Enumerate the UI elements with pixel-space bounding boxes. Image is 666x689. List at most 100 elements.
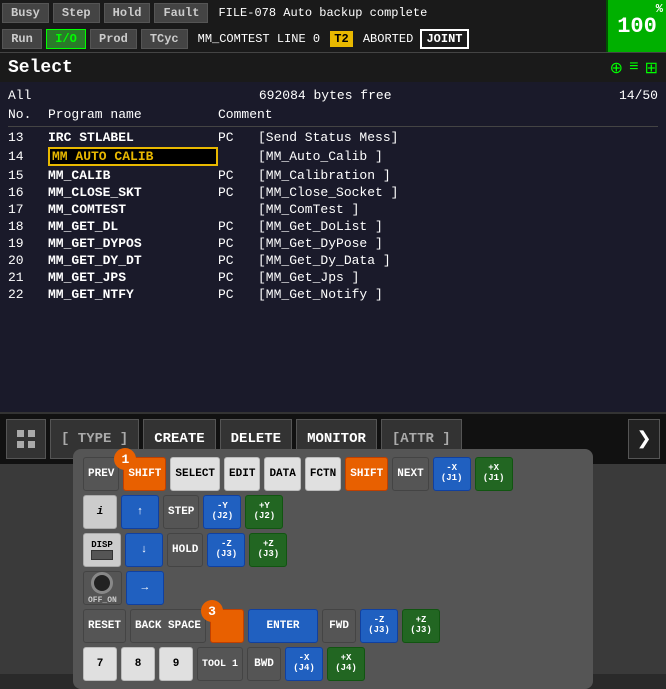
bwd-key[interactable]: BWD	[247, 647, 281, 681]
row-no: 17	[8, 202, 48, 217]
bytes-free-label: 692084 bytes free	[259, 88, 392, 103]
comtest-text: MM_COMTEST LINE 0	[198, 32, 320, 46]
plus-z2-j3-key[interactable]: +Z (J3)	[402, 609, 440, 643]
row-comment: [MM_Calibration ]	[258, 168, 658, 183]
list-row[interactable]: 15 MM_CALIB PC [MM_Calibration ]	[8, 167, 658, 184]
step-button[interactable]: Step	[53, 3, 100, 23]
right-arrow-icon: →	[142, 582, 149, 594]
row-comment: [MM_Close_Socket ]	[258, 185, 658, 200]
next-key[interactable]: NEXT	[392, 457, 428, 491]
status-message-top: FILE-078 Auto backup complete	[210, 6, 606, 20]
grid-button[interactable]	[6, 419, 46, 459]
run-button[interactable]: Run	[2, 29, 42, 49]
minus-x2-j4-key[interactable]: -X (J4)	[285, 647, 323, 681]
select-key[interactable]: SELECT	[170, 457, 220, 491]
keypad-row-5: 7 8 9 TOOL 1 BWD -X (J4) +X (J4)	[83, 647, 583, 681]
j1-label-left: (J1)	[441, 474, 463, 484]
io-button[interactable]: I/O	[46, 29, 86, 49]
zoom-in-icon[interactable]: ⊕	[610, 58, 623, 78]
row-name: MM_GET_NTFY	[48, 287, 218, 302]
plus-z-j3-key[interactable]: +Z (J3)	[249, 533, 287, 567]
busy-button[interactable]: Busy	[2, 3, 49, 23]
row-type: PC	[218, 253, 258, 268]
reset-key[interactable]: RESET	[83, 609, 126, 643]
minus-z-j3-key[interactable]: -Z (J3)	[207, 533, 245, 567]
count-label: 14/50	[619, 88, 658, 103]
hold-key[interactable]: HOLD	[167, 533, 203, 567]
list-row[interactable]: 13 IRC STLABEL PC [Send Status Mess]	[8, 129, 658, 146]
list-row[interactable]: 19 MM_GET_DYPOS PC [MM_Get_DyPose ]	[8, 235, 658, 252]
aborted-tag: ABORTED	[363, 32, 413, 46]
key-7[interactable]: 7	[83, 647, 117, 681]
keypad-row-offon: OFF_ON →	[83, 571, 583, 605]
row-no: 15	[8, 168, 48, 183]
j3-2-label-r: (J3)	[410, 626, 432, 636]
row-comment: [Send Status Mess]	[258, 130, 658, 145]
minus-z2-j3-key[interactable]: -Z (J3)	[360, 609, 398, 643]
row-name: MM_GET_JPS	[48, 270, 218, 285]
row-type: PC	[218, 287, 258, 302]
down-key[interactable]: ↓	[125, 533, 163, 567]
fctn-key[interactable]: FCTN	[305, 457, 341, 491]
fwd-key[interactable]: FWD	[322, 609, 356, 643]
t2-tag: T2	[330, 31, 352, 47]
plus-y-j2-key[interactable]: +Y (J2)	[245, 495, 283, 529]
up-arrow-icon: ↑	[137, 506, 144, 518]
step-key[interactable]: STEP	[163, 495, 199, 529]
offon-circle-icon	[91, 572, 113, 594]
keypad-row-1: PREV SHIFT 1 SELECT EDIT DATA FCTN SHIFT…	[83, 457, 583, 491]
list-row[interactable]: 16 MM_CLOSE_SKT PC [MM_Close_Socket ]	[8, 184, 658, 201]
arrow-right-button[interactable]: ❯	[628, 419, 660, 459]
disp-key[interactable]: DISP	[83, 533, 121, 567]
tcyc-button[interactable]: TCyc	[141, 29, 188, 49]
list-view-icon[interactable]: ≡	[629, 58, 639, 78]
badge-3-key[interactable]: 3	[210, 609, 244, 643]
offon-key[interactable]: OFF_ON	[83, 571, 122, 605]
key-8[interactable]: 8	[121, 647, 155, 681]
list-info-row: All 692084 bytes free 14/50	[8, 86, 658, 105]
all-label: All	[8, 88, 31, 103]
shift-key-1[interactable]: SHIFT 1	[123, 457, 166, 491]
up-key[interactable]: ↑	[121, 495, 159, 529]
list-rows-container: 13 IRC STLABEL PC [Send Status Mess] 14 …	[8, 129, 658, 303]
j3-label-left: (J3)	[216, 550, 238, 560]
row-comment: [MM_Get_Dy_Data ]	[258, 253, 658, 268]
row-comment: [MM_ComTest ]	[258, 202, 658, 217]
list-row[interactable]: 20 MM_GET_DY_DT PC [MM_Get_Dy_Data ]	[8, 252, 658, 269]
plus-x2-j4-key[interactable]: +X (J4)	[327, 647, 365, 681]
list-row[interactable]: 17 MM_COMTEST [MM_ComTest ]	[8, 201, 658, 218]
backspace-key[interactable]: BACK SPACE	[130, 609, 206, 643]
status-message-bottom: MM_COMTEST LINE 0 T2 ABORTED JOINT	[190, 32, 606, 46]
data-key[interactable]: DATA	[264, 457, 300, 491]
row-no: 19	[8, 236, 48, 251]
plus-x-j1-key[interactable]: +X (J1)	[475, 457, 513, 491]
disp-label: DISP	[91, 540, 113, 550]
row-no: 18	[8, 219, 48, 234]
row-type: PC	[218, 130, 258, 145]
list-row[interactable]: 18 MM_GET_DL PC [MM_Get_DoList ]	[8, 218, 658, 235]
list-row[interactable]: 22 MM_GET_NTFY PC [MM_Get_Notify ]	[8, 286, 658, 303]
enter-key[interactable]: ENTER	[248, 609, 318, 643]
tool1-key[interactable]: TOOL 1	[197, 647, 243, 681]
keypad-row-4: RESET BACK SPACE 3 ENTER FWD -Z (J3) +Z …	[83, 609, 583, 643]
j4-label-left: (J4)	[293, 664, 315, 674]
grid-view-icon[interactable]: ⊞	[645, 58, 658, 78]
prod-button[interactable]: Prod	[90, 29, 137, 49]
percent-value: 100	[617, 14, 657, 39]
fault-button[interactable]: Fault	[154, 3, 208, 23]
list-row[interactable]: 21 MM_GET_JPS PC [MM_Get_Jps ]	[8, 269, 658, 286]
hold-button[interactable]: Hold	[104, 3, 151, 23]
list-row[interactable]: 14 MM AUTO CALIB [MM_Auto_Calib ]	[8, 146, 658, 167]
disp-screen-icon	[91, 550, 113, 560]
edit-key[interactable]: EDIT	[224, 457, 260, 491]
minus-x-j1-key[interactable]: -X (J1)	[433, 457, 471, 491]
right-key[interactable]: →	[126, 571, 164, 605]
info-key[interactable]: i	[83, 495, 117, 529]
main-list-area: All 692084 bytes free 14/50 No. Program …	[0, 82, 666, 412]
joint-tag: JOINT	[420, 29, 468, 49]
minus-y-j2-key[interactable]: -Y (J2)	[203, 495, 241, 529]
offon-label: OFF_ON	[88, 596, 117, 605]
shift-key-2[interactable]: SHIFT	[345, 457, 388, 491]
percent-symbol: %	[656, 2, 663, 16]
key-9[interactable]: 9	[159, 647, 193, 681]
